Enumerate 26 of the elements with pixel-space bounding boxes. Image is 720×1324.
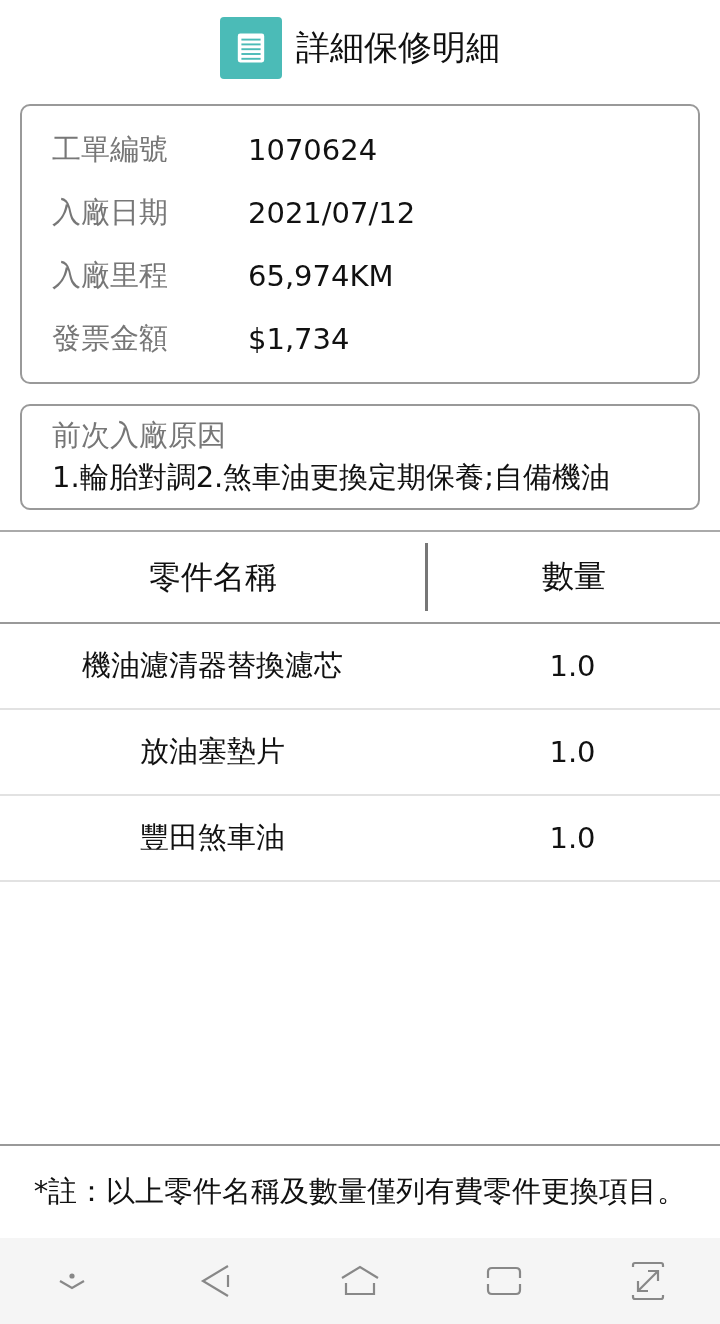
table-cell-text: 1.0	[548, 821, 597, 855]
hide-keyboard-icon[interactable]	[58, 1271, 86, 1291]
table-cell-text: 1.0	[548, 649, 597, 683]
field-label: 入廠日期	[52, 193, 169, 231]
field-value: 2021/07/12	[248, 195, 416, 230]
table-cell-text: 1.0	[548, 735, 597, 769]
column-header: 零件名稱	[0, 543, 428, 611]
back-icon[interactable]	[200, 1264, 232, 1298]
home-icon[interactable]	[340, 1265, 380, 1297]
field-label: 工單編號	[52, 130, 169, 168]
field-value: 65,974KM	[248, 258, 394, 293]
table-cell-text: 機油濾清器替換濾芯	[81, 647, 344, 684]
expand-icon[interactable]	[631, 1261, 665, 1301]
reason-text: 1.輪胎對調2.煞車油更換定期保養;自備機油	[52, 459, 612, 496]
field-value: $1,734	[248, 321, 350, 356]
field-value: 1070624	[248, 132, 378, 167]
field-label: 發票金額	[52, 319, 169, 357]
footnote-text: *註：以上零件名稱及數量僅列有費零件更換項目。	[32, 1173, 688, 1210]
recent-apps-icon[interactable]	[486, 1266, 522, 1296]
field-label: 入廠里程	[52, 256, 169, 294]
document-icon	[220, 17, 282, 79]
table-cell-text: 豐田煞車油	[139, 819, 286, 856]
field-label: 前次入廠原因	[52, 417, 227, 454]
table-cell-text: 放油塞墊片	[139, 733, 286, 770]
page-title: 詳細保修明細	[296, 26, 500, 69]
column-header: 數量	[541, 556, 607, 597]
